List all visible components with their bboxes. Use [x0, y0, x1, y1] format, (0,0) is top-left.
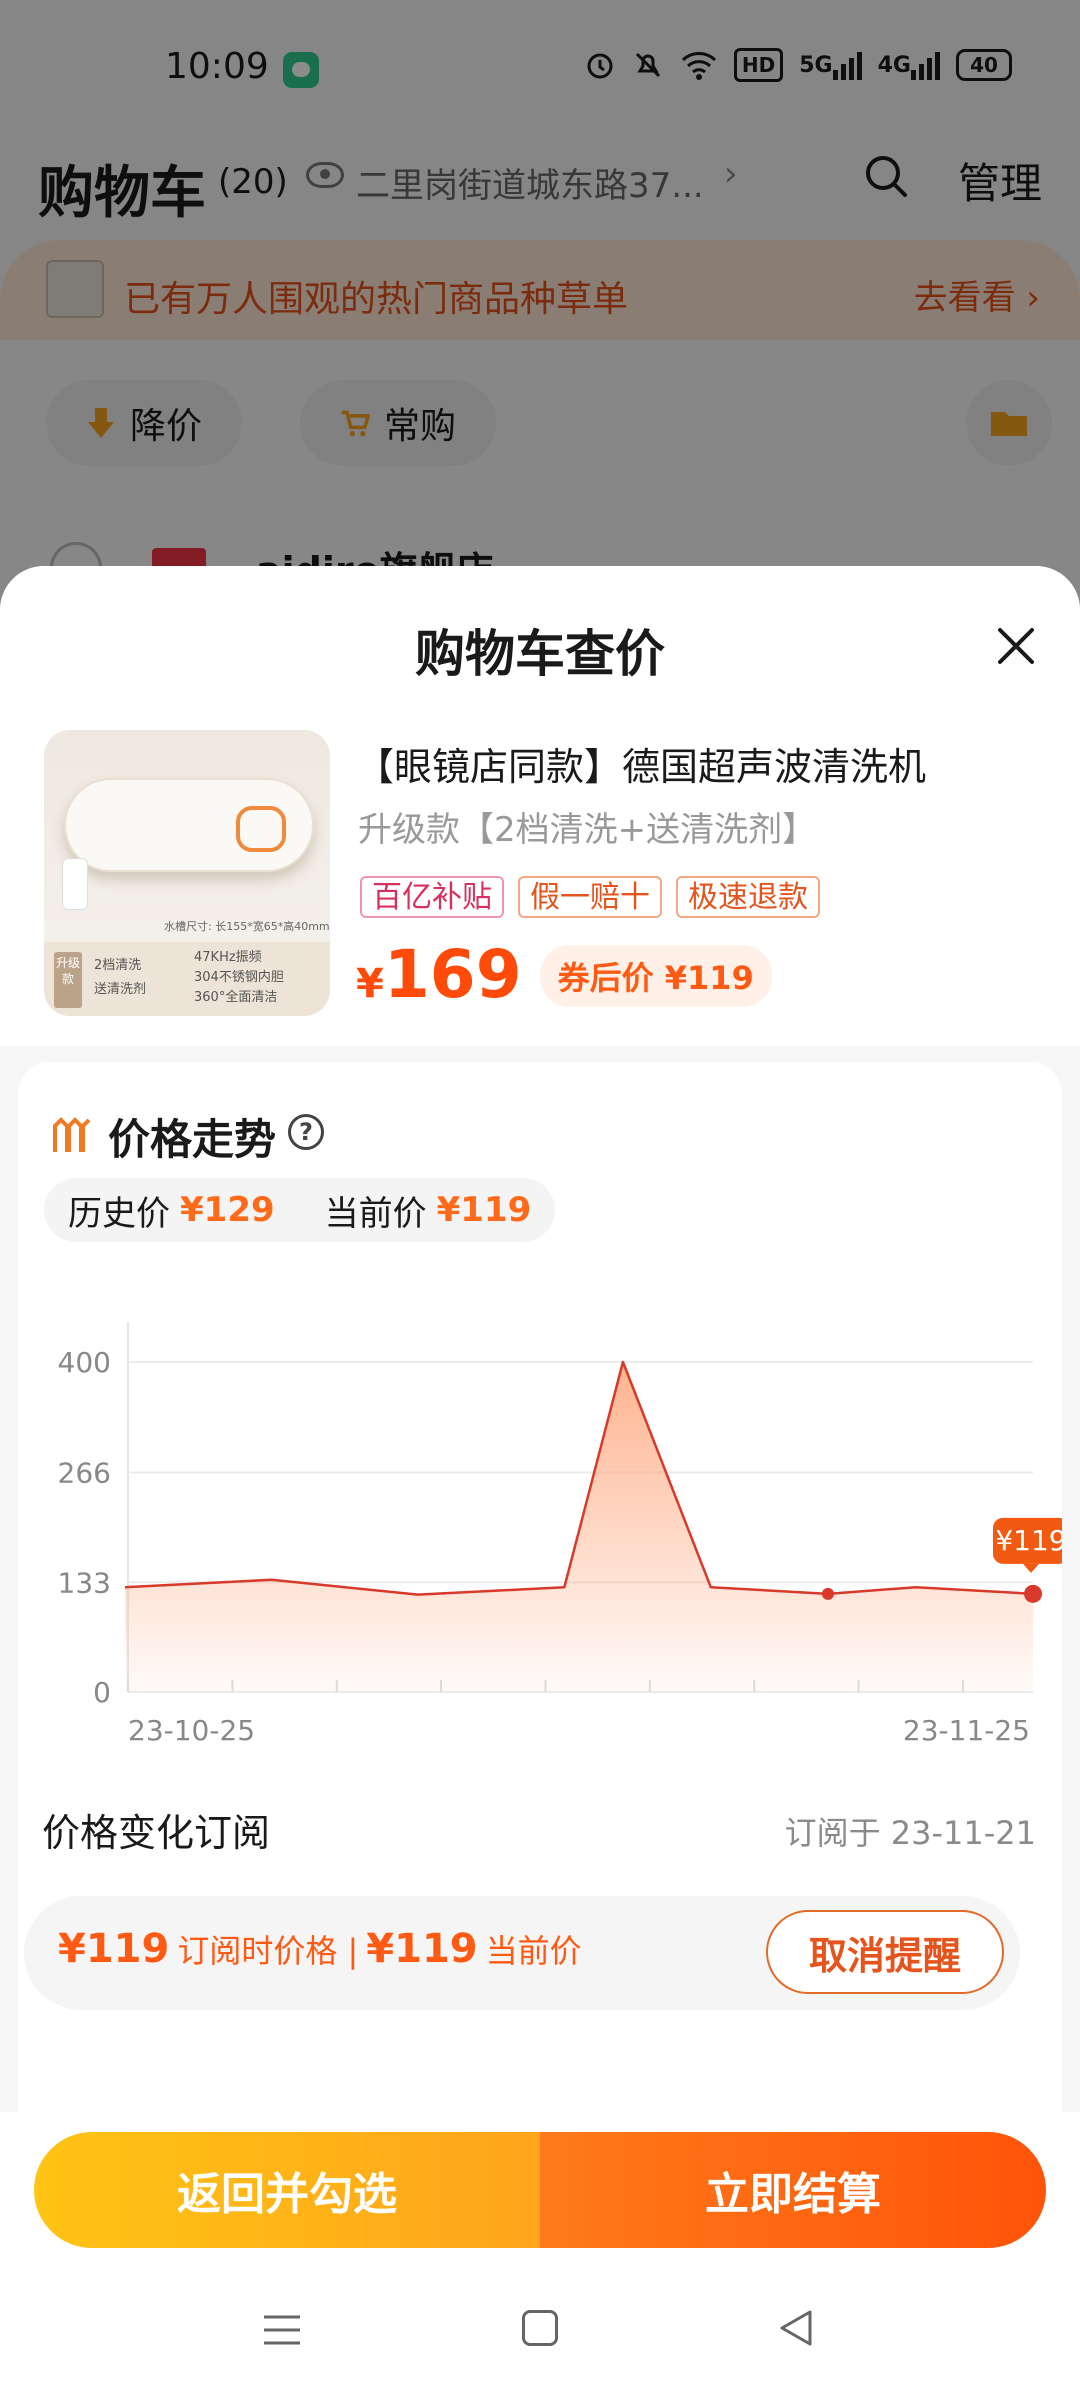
- current-price-label: 当前价: [324, 1193, 427, 1234]
- subscribed-price: ¥119: [58, 1926, 170, 1972]
- cancel-reminder-button[interactable]: 取消提醒: [766, 1910, 1004, 1994]
- subscribed-price-label: 订阅时价格 |: [177, 1932, 359, 1970]
- bubble-pointer: [1023, 1563, 1039, 1573]
- history-price-label: 历史价: [68, 1193, 170, 1234]
- system-nav-bar: [0, 2260, 1080, 2400]
- subscription-prices: ¥119 订阅时价格 | ¥119 当前价: [58, 1926, 582, 1972]
- back-icon[interactable]: [776, 2308, 816, 2348]
- checkout-button[interactable]: 立即结算: [540, 2132, 1046, 2248]
- detergent-bottle: [62, 858, 88, 910]
- close-icon[interactable]: [996, 626, 1036, 666]
- subscription-title: 价格变化订阅: [42, 1811, 271, 1855]
- trend-icon: [53, 1117, 91, 1152]
- current-price-bubble-label: ¥119: [995, 1524, 1062, 1557]
- trend-title: 价格走势: [108, 1115, 277, 1164]
- tag-authentic: 假一赔十: [518, 876, 662, 918]
- product-image-panel: 升级款 2档清洗 送清洗剂 47KHz振频 304不锈钢内胆 360°全面清洁: [44, 942, 330, 1016]
- image-feature: 送清洗剂: [94, 982, 147, 997]
- image-feature: 360°全面清洁: [194, 990, 278, 1005]
- history-price-value: ¥129: [180, 1190, 275, 1230]
- y-tick-label: 400: [58, 1346, 111, 1379]
- price-row: ¥ 169 券后价 ¥119: [356, 936, 772, 1015]
- current-point: [1024, 1584, 1042, 1603]
- tag-fast-refund: 极速退款: [676, 876, 820, 918]
- price-summary-pill: 历史价 ¥129 当前价 ¥119: [44, 1178, 556, 1242]
- cleaner-device: [64, 778, 314, 872]
- x-tick-label: 23-11-25: [903, 1714, 1030, 1747]
- tag-subsidy: 百亿补贴: [360, 876, 504, 918]
- subscribed-point: [821, 1587, 834, 1600]
- sheet-title: 购物车查价: [415, 625, 665, 683]
- coupon-price: 券后价 ¥119: [539, 945, 772, 1007]
- y-tick-label: 266: [58, 1457, 111, 1490]
- subscription-current-label: 当前价: [485, 1932, 582, 1970]
- price-trend-chart: 0 133 266 400 ¥119 23-10-25 23-11-25: [58, 1322, 1062, 1747]
- y-tick-label: 133: [58, 1566, 111, 1599]
- cta-group: 返回并勾选 立即结算: [34, 2132, 1046, 2248]
- subscription-box: ¥119 订阅时价格 | ¥119 当前价 取消提醒: [24, 1896, 1020, 2010]
- back-and-select-button[interactable]: 返回并勾选: [34, 2132, 540, 2248]
- product-title[interactable]: 【眼镜店同款】德国超声波清洗机: [356, 736, 926, 791]
- price-currency: ¥: [356, 961, 384, 1007]
- image-feature: 2档清洗: [94, 958, 142, 973]
- product-image[interactable]: 水槽尺寸: 长155*宽65*高40mm 升级款 2档清洗 送清洗剂 47KHz…: [44, 730, 330, 1016]
- subscription-current-price: ¥119: [366, 1926, 478, 1972]
- home-icon[interactable]: [522, 2310, 558, 2346]
- y-tick-label: 0: [93, 1676, 111, 1709]
- product-tags: 百亿补贴 假一赔十 极速退款: [360, 876, 820, 918]
- help-icon[interactable]: ?: [288, 1114, 324, 1150]
- product-image-dims: 水槽尺寸: 长155*宽65*高40mm: [164, 920, 330, 933]
- product-section: 购物车查价 水槽尺寸: 长155*宽65*高40mm 升级款 2档清洗 送清洗剂…: [0, 566, 1080, 1046]
- menu-icon[interactable]: [262, 2314, 302, 2346]
- image-feature: 47KHz振频: [194, 950, 262, 965]
- product-image-badge: 升级款: [54, 952, 82, 1008]
- subscription-date: 订阅于 23-11-21: [784, 1814, 1036, 1852]
- image-feature: 304不锈钢内胆: [194, 970, 284, 985]
- product-sku: 升级款【2档清洗+送清洗剂】: [358, 810, 817, 850]
- product-price: 169: [383, 936, 522, 1013]
- current-price-value: ¥119: [436, 1190, 532, 1230]
- x-tick-label: 23-10-25: [128, 1714, 255, 1747]
